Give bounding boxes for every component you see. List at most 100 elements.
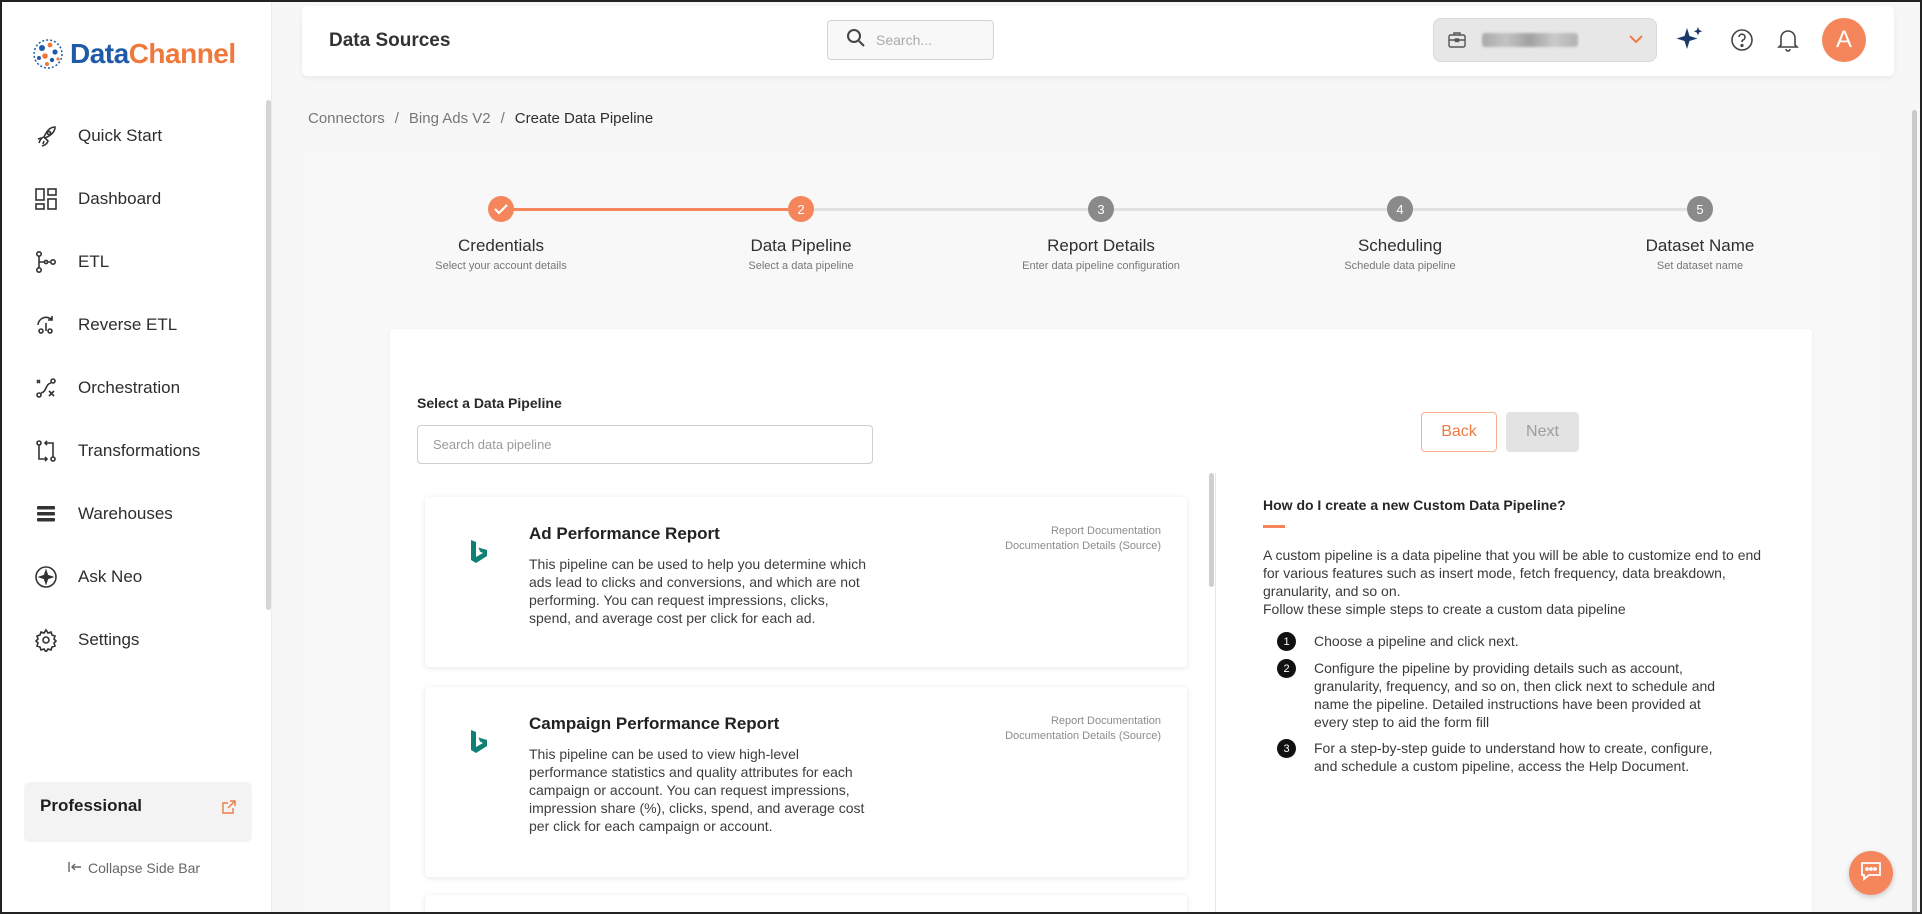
user-avatar[interactable]: A — [1822, 18, 1866, 62]
breadcrumb: Connectors / Bing Ads V2 / Create Data P… — [308, 110, 653, 127]
sidebar-item-label: Warehouses — [78, 503, 173, 523]
sidebar-item-reverse-etl[interactable]: Reverse ETL — [2, 293, 264, 356]
help-step: 1 Choose a pipeline and click next. — [1277, 632, 1763, 651]
account-selector[interactable] — [1433, 18, 1657, 62]
sidebar-item-ask-neo[interactable]: Ask Neo — [2, 545, 264, 608]
gear-icon — [32, 626, 60, 654]
step-number-badge: 3 — [1277, 739, 1296, 758]
collapse-sidebar-button[interactable]: Collapse Side Bar — [68, 860, 200, 876]
logo-globe-icon — [30, 36, 66, 72]
plan-label: Professional — [40, 796, 143, 815]
step-number-badge: 1 — [1277, 632, 1296, 651]
pipeline-card-ad-performance[interactable]: Ad Performance Report This pipeline can … — [425, 497, 1187, 667]
help-intro-followup: Follow these simple steps to create a cu… — [1263, 601, 1626, 617]
bell-icon[interactable] — [1777, 28, 1799, 57]
panel-divider — [1215, 473, 1216, 912]
step-desc: Select your account details — [435, 260, 567, 272]
main-scrollbar[interactable] — [1912, 110, 1917, 912]
step-number: 5 — [1687, 196, 1713, 222]
rocket-icon — [32, 122, 60, 150]
step-credentials: Credentials Select your account details — [381, 192, 621, 272]
help-title: How do I create a new Custom Data Pipeli… — [1263, 497, 1566, 513]
sidebar-item-transformations[interactable]: Transformations — [2, 419, 264, 482]
sidebar-nav: Quick Start Dashboard ETL Reverse ETL Or… — [2, 104, 264, 671]
step-number: 2 — [788, 196, 814, 222]
sidebar-item-quick-start[interactable]: Quick Start — [2, 104, 264, 167]
progress-stepper: Credentials Select your account details … — [307, 192, 1880, 282]
sidebar-item-label: Dashboard — [78, 188, 162, 208]
warehouses-icon — [32, 500, 60, 528]
logo-text: DataChannel — [70, 38, 236, 69]
sidebar-item-label: Settings — [78, 629, 140, 649]
step-number: 4 — [1387, 196, 1413, 222]
help-step-text: Choose a pipeline and click next. — [1314, 633, 1519, 649]
reverse-etl-icon — [32, 311, 60, 339]
help-step: 2 Configure the pipeline by providing de… — [1277, 659, 1763, 731]
help-intro: A custom pipeline is a data pipeline tha… — [1263, 546, 1763, 618]
sidebar-item-orchestration[interactable]: Orchestration — [2, 356, 264, 419]
top-header: Data Sources Search... A — [302, 6, 1894, 76]
step-number-badge: 2 — [1277, 659, 1296, 678]
etl-icon — [32, 248, 60, 276]
step-name: Dataset Name — [1645, 236, 1755, 255]
step-name: Data Pipeline — [750, 236, 852, 255]
chat-widget-button[interactable] — [1849, 851, 1893, 895]
help-icon[interactable] — [1730, 28, 1754, 57]
pipeline-card-campaign-performance[interactable]: Campaign Performance Report This pipelin… — [425, 687, 1187, 877]
bing-logo-icon — [469, 539, 489, 570]
breadcrumb-bing-ads[interactable]: Bing Ads V2 — [409, 110, 491, 127]
sparkle-icon[interactable] — [1675, 24, 1705, 59]
pipeline-search-input[interactable] — [417, 425, 873, 464]
datachannel-logo[interactable]: DataChannel — [30, 36, 236, 72]
pipeline-title: Campaign Performance Report — [529, 714, 780, 733]
plan-card[interactable]: Professional — [24, 782, 252, 842]
sidebar-item-label: Ask Neo — [78, 566, 143, 586]
sidebar-item-etl[interactable]: ETL — [2, 230, 264, 293]
transformations-icon — [32, 437, 60, 465]
bing-logo-icon — [469, 729, 489, 760]
pipeline-panel: Select a Data Pipeline Back Next Ad Perf… — [390, 329, 1812, 912]
step-desc: Schedule data pipeline — [1344, 260, 1456, 272]
pipeline-card-next[interactable] — [425, 895, 1187, 912]
step-desc: Enter data pipeline configuration — [1022, 260, 1180, 272]
sidebar: DataChannel Quick Start Dashboard ETL Re… — [2, 2, 272, 912]
sidebar-scrollbar[interactable] — [266, 100, 271, 610]
doc-links: Report Documentation Documentation Detai… — [1005, 714, 1161, 744]
ask-neo-icon — [32, 563, 60, 591]
help-steps: 1 Choose a pipeline and click next. 2 Co… — [1263, 632, 1763, 775]
chevron-down-icon — [1628, 32, 1644, 51]
orchestration-icon — [32, 374, 60, 402]
documentation-details-link[interactable]: Documentation Details (Source) — [1005, 729, 1161, 744]
external-link-icon[interactable] — [222, 800, 236, 819]
chat-bubble-icon — [1859, 860, 1883, 887]
sidebar-item-settings[interactable]: Settings — [2, 608, 264, 671]
report-documentation-link[interactable]: Report Documentation — [1005, 524, 1161, 539]
step-name: Scheduling — [1357, 236, 1443, 255]
pipeline-list-scrollbar[interactable] — [1209, 473, 1214, 587]
step-scheduling: 4 Scheduling Schedule data pipeline — [1280, 192, 1520, 272]
sidebar-item-dashboard[interactable]: Dashboard — [2, 167, 264, 230]
check-icon — [488, 196, 514, 222]
help-section: How do I create a new Custom Data Pipeli… — [1263, 497, 1763, 783]
breadcrumb-connectors[interactable]: Connectors — [308, 110, 385, 127]
next-button[interactable]: Next — [1506, 412, 1579, 452]
step-desc: Set dataset name — [1656, 260, 1744, 272]
sidebar-item-label: Orchestration — [78, 377, 181, 397]
collapse-arrow-icon — [68, 860, 82, 876]
breadcrumb-current: Create Data Pipeline — [514, 110, 654, 127]
step-number: 3 — [1088, 196, 1114, 222]
global-search[interactable]: Search... — [827, 20, 994, 60]
breadcrumb-separator: / — [500, 110, 505, 127]
sidebar-item-warehouses[interactable]: Warehouses — [2, 482, 264, 545]
help-step-text: Configure the pipeline by providing deta… — [1314, 660, 1716, 730]
step-dataset-name: 5 Dataset Name Set dataset name — [1580, 192, 1820, 272]
pipeline-description: This pipeline can be used to view high-l… — [529, 746, 865, 834]
report-documentation-link[interactable]: Report Documentation — [1005, 714, 1161, 729]
documentation-details-link[interactable]: Documentation Details (Source) — [1005, 539, 1161, 554]
sidebar-item-label: Transformations — [78, 440, 201, 460]
back-button[interactable]: Back — [1421, 412, 1497, 452]
briefcase-icon — [1447, 30, 1467, 55]
dashboard-icon — [32, 185, 60, 213]
app-window: DataChannel Quick Start Dashboard ETL Re… — [0, 0, 1922, 914]
sidebar-item-label: ETL — [78, 251, 110, 271]
